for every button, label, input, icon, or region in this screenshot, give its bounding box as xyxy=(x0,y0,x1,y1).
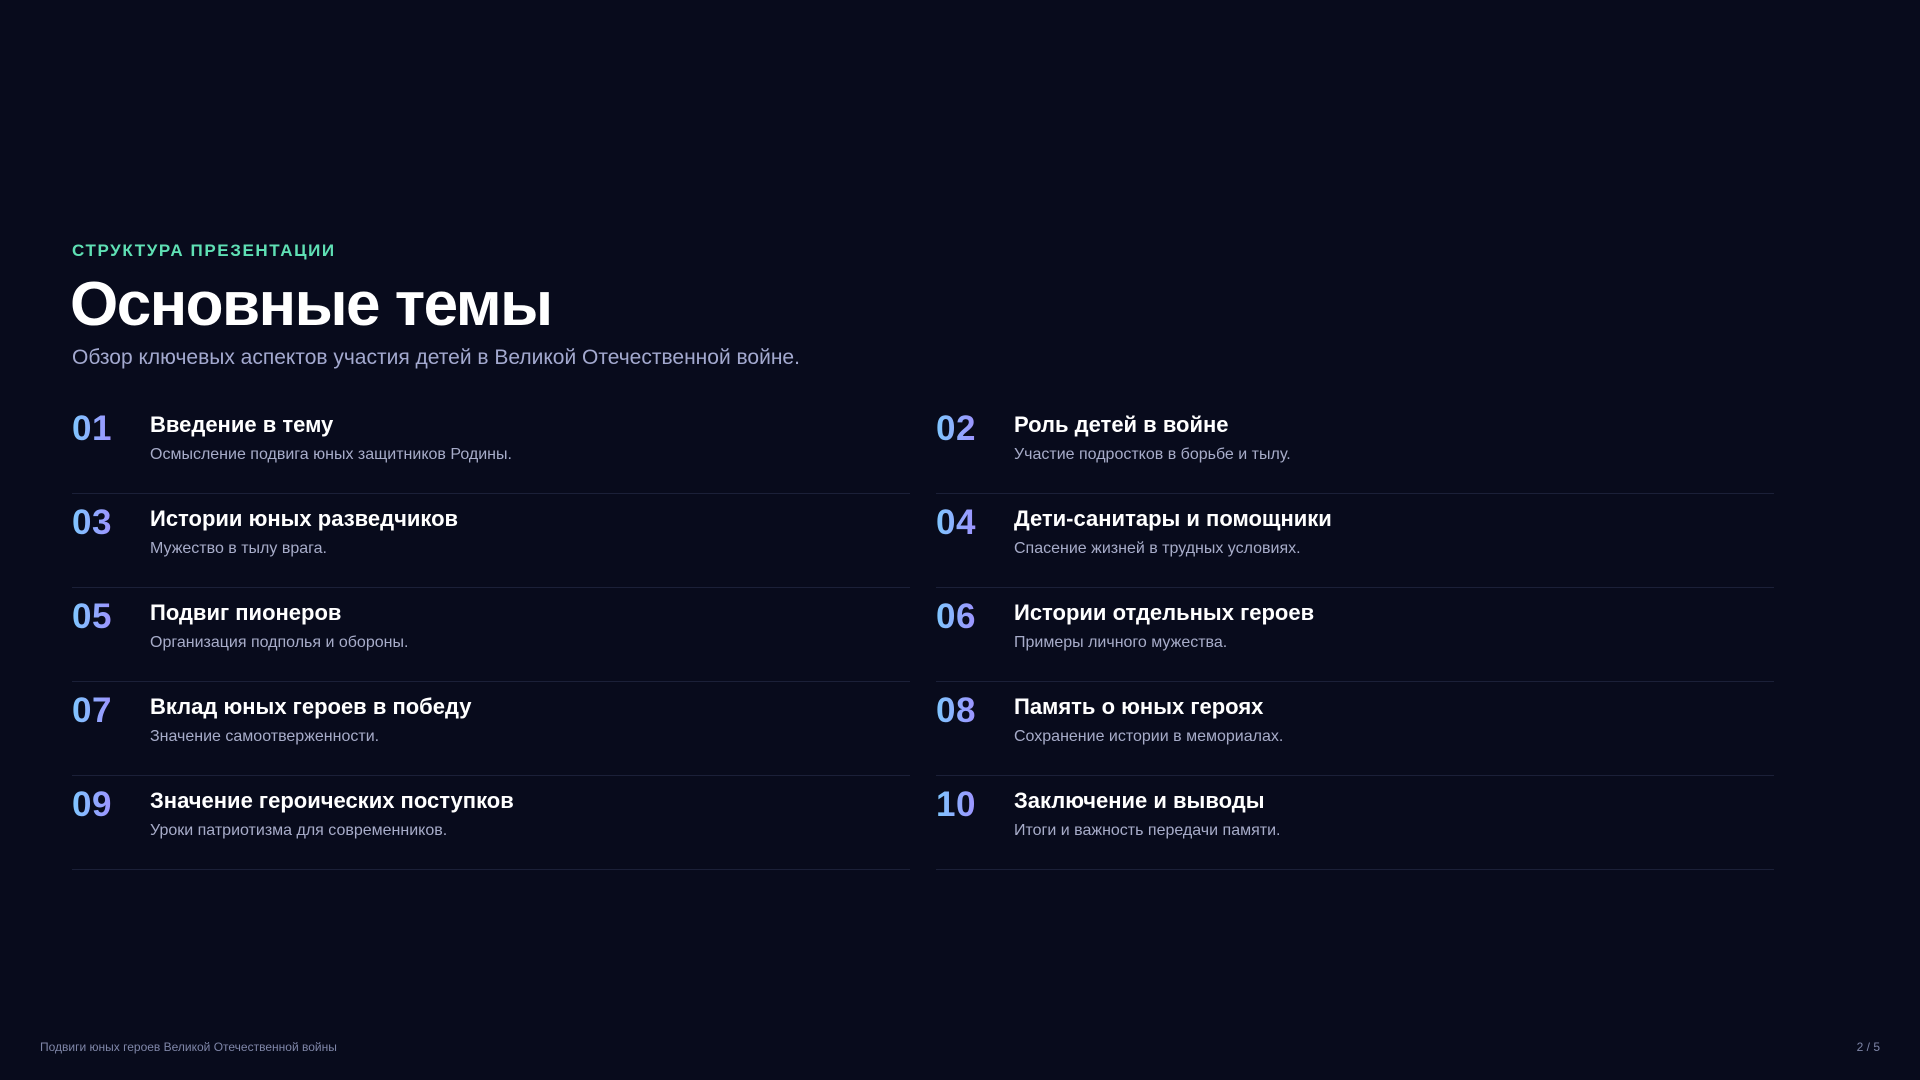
topic-title: Дети-санитары и помощники xyxy=(1014,506,1332,531)
topic-number: 09 xyxy=(72,785,112,824)
topic-title: Истории юных разведчиков xyxy=(150,506,459,531)
topic-number: 06 xyxy=(936,597,976,636)
topic-title: Значение героических поступков xyxy=(150,788,514,813)
topic-number: 03 xyxy=(72,503,112,542)
slide: СТРУКТУРА ПРЕЗЕНТАЦИИ Основные темы Обзо… xyxy=(0,0,1920,1080)
topic-description: Осмысление подвига юных защитников Родин… xyxy=(150,446,512,463)
topic-title: Введение в тему xyxy=(150,412,334,437)
topic-item-01: 01 Введение в тему Осмысление подвига юн… xyxy=(72,400,910,494)
topics-grid: 01 Введение в тему Осмысление подвига юн… xyxy=(72,400,1774,870)
page-indicator: 2 / 5 xyxy=(1856,1040,1880,1054)
section-eyebrow: СТРУКТУРА ПРЕЗЕНТАЦИИ xyxy=(72,241,336,260)
topic-item-08: 08 Память о юных героях Сохранение истор… xyxy=(936,682,1774,776)
topic-description: Сохранение истории в мемориалах. xyxy=(1014,728,1284,745)
topic-description: Итоги и важность передачи памяти. xyxy=(1014,822,1281,839)
topic-description: Организация подполья и обороны. xyxy=(150,634,409,651)
topic-title: Истории отдельных героев xyxy=(1014,600,1315,625)
topic-item-07: 07 Вклад юных героев в победу Значение с… xyxy=(72,682,910,776)
topic-description: Спасение жизней в трудных условиях. xyxy=(1014,540,1301,557)
topic-title: Память о юных героях xyxy=(1014,694,1264,719)
topic-title: Роль детей в войне xyxy=(1014,412,1229,437)
topic-item-03: 03 Истории юных разведчиков Мужество в т… xyxy=(72,494,910,588)
topic-number: 04 xyxy=(936,503,976,542)
topic-item-02: 02 Роль детей в войне Участие подростков… xyxy=(936,400,1774,494)
topic-number: 07 xyxy=(72,691,112,730)
topic-number: 08 xyxy=(936,691,976,730)
topic-item-10: 10 Заключение и выводы Итоги и важность … xyxy=(936,776,1774,870)
topic-number: 02 xyxy=(936,409,976,448)
footer-presentation-title: Подвиги юных героев Великой Отечественно… xyxy=(40,1040,337,1054)
topic-description: Участие подростков в борьбе и тылу. xyxy=(1014,446,1291,463)
topic-number: 05 xyxy=(72,597,112,636)
topic-item-06: 06 Истории отдельных героев Примеры личн… xyxy=(936,588,1774,682)
topic-title: Подвиг пионеров xyxy=(150,600,342,625)
topic-description: Мужество в тылу врага. xyxy=(150,540,327,557)
topic-item-04: 04 Дети-санитары и помощники Спасение жи… xyxy=(936,494,1774,588)
topic-description: Уроки патриотизма для современников. xyxy=(150,822,448,839)
topic-item-09: 09 Значение героических поступков Уроки … xyxy=(72,776,910,870)
topic-title: Заключение и выводы xyxy=(1014,788,1265,813)
topic-title: Вклад юных героев в победу xyxy=(150,694,472,719)
topic-description: Примеры личного мужества. xyxy=(1014,634,1228,651)
topic-description: Значение самоотверженности. xyxy=(150,728,380,745)
page-title: Основные темы xyxy=(70,270,553,339)
topic-item-05: 05 Подвиг пионеров Организация подполья … xyxy=(72,588,910,682)
topic-number: 10 xyxy=(936,785,976,824)
topic-number: 01 xyxy=(72,409,112,448)
page-subtitle: Обзор ключевых аспектов участия детей в … xyxy=(72,346,800,369)
